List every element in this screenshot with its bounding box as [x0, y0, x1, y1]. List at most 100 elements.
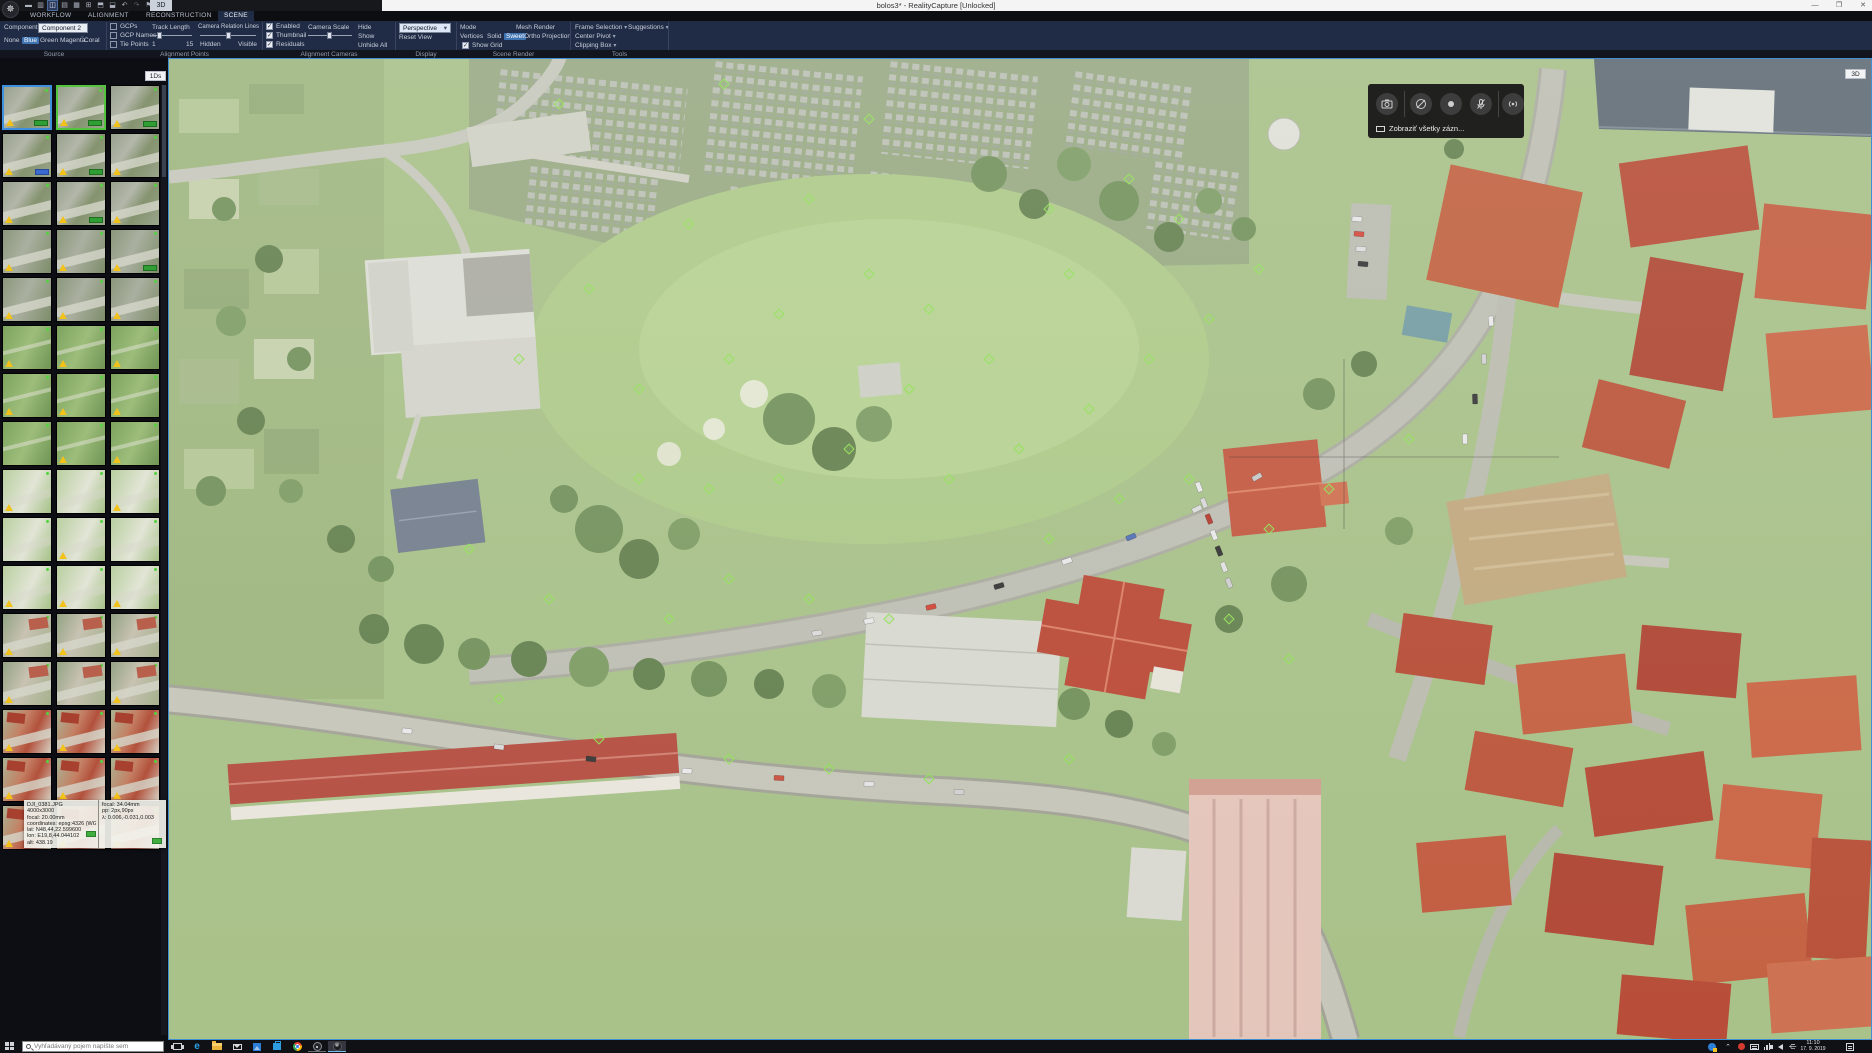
residuals-checkbox[interactable]: Residuals	[266, 41, 305, 48]
layout-quad-icon[interactable]: ⊞	[84, 1, 93, 10]
image-thumbnail[interactable]	[110, 757, 160, 802]
file-explorer-icon[interactable]	[208, 1041, 226, 1052]
color-magenta-button[interactable]: Magenta	[60, 37, 85, 44]
layout-rows-icon[interactable]: ▤	[60, 1, 69, 10]
image-thumbnail[interactable]	[2, 613, 52, 658]
image-thumbnail[interactable]	[110, 181, 160, 226]
image-thumbnail[interactable]	[2, 709, 52, 754]
image-thumbnail[interactable]	[110, 85, 160, 130]
scene-3d-viewport[interactable]: 3D	[168, 58, 1872, 1040]
app-logo-icon[interactable]: ✵	[2, 1, 19, 18]
tab-workflow[interactable]: WORKFLOW	[24, 11, 77, 21]
capture-tooltip[interactable]: Zobraziť všetky zázn...	[1376, 124, 1464, 133]
image-thumbnail[interactable]	[110, 277, 160, 322]
gcp-names-checkbox[interactable]: GCP Names	[110, 32, 156, 39]
mode-sweet-button[interactable]: Sweet	[504, 33, 526, 40]
image-thumbnail[interactable]	[110, 709, 160, 754]
image-thumbnail[interactable]	[2, 517, 52, 562]
tray-app-icon[interactable]	[1735, 1040, 1747, 1053]
image-thumbnail[interactable]	[110, 325, 160, 370]
image-thumbnail[interactable]	[56, 277, 106, 322]
color-blue-button[interactable]: Blue	[22, 37, 39, 44]
minimize-button[interactable]: —	[1810, 0, 1820, 11]
camera-relation-slider[interactable]	[200, 32, 256, 39]
image-thumbnail[interactable]	[56, 133, 106, 178]
image-thumbnail[interactable]	[2, 661, 52, 706]
component-dropdown[interactable]: Component 2▾	[38, 23, 88, 33]
image-thumbnail[interactable]	[2, 469, 52, 514]
photos-icon[interactable]	[248, 1041, 266, 1052]
tab-scene[interactable]: SCENE	[218, 11, 254, 21]
action-center-icon[interactable]	[1844, 1040, 1856, 1053]
image-thumbnail[interactable]	[2, 421, 52, 466]
image-thumbnail[interactable]	[2, 229, 52, 274]
sidebar-scrollbar[interactable]	[161, 85, 167, 1035]
hide-button[interactable]: Hide	[358, 24, 371, 31]
mode-vertices-button[interactable]: Vertices	[460, 33, 483, 40]
image-thumbnail[interactable]	[110, 421, 160, 466]
mode-solid-button[interactable]: Solid	[487, 33, 501, 40]
clipping-box-button[interactable]: Clipping Box ▾	[575, 42, 616, 49]
realitycapture-taskbar-icon[interactable]: ✵	[328, 1041, 346, 1052]
recorder-app-icon[interactable]	[308, 1041, 326, 1052]
center-pivot-button[interactable]: Center Pivot ▾	[575, 33, 616, 40]
tie-points-checkbox[interactable]: Tie Points	[110, 41, 149, 48]
chrome-icon[interactable]	[288, 1041, 306, 1052]
image-thumbnail[interactable]	[56, 757, 106, 802]
color-green-button[interactable]: Green	[40, 37, 58, 44]
image-thumbnail[interactable]	[56, 229, 106, 274]
layout-columns-icon[interactable]: ▥	[36, 1, 45, 10]
unhide-all-button[interactable]: Unhide All	[358, 42, 387, 49]
reset-view-button[interactable]: Reset View	[399, 34, 432, 41]
pane-tab-3d[interactable]: 3D	[1845, 69, 1866, 79]
store-icon[interactable]	[268, 1041, 286, 1052]
image-thumbnail[interactable]	[2, 181, 52, 226]
track-length-slider[interactable]	[152, 32, 192, 39]
mail-icon[interactable]	[228, 1041, 246, 1052]
image-thumbnail[interactable]	[56, 565, 106, 610]
image-thumbnail[interactable]	[110, 469, 160, 514]
tab-alignment[interactable]: ALIGNMENT	[82, 11, 135, 21]
image-thumbnail[interactable]	[2, 277, 52, 322]
image-thumbnail[interactable]	[2, 565, 52, 610]
image-thumbnail[interactable]	[56, 373, 106, 418]
layout-split-icon[interactable]: ◫	[48, 1, 57, 10]
suggestions-button[interactable]: Suggestions ▾	[628, 24, 669, 31]
color-coral-button[interactable]: Coral	[84, 37, 100, 44]
volume-tray-icon[interactable]	[1774, 1040, 1786, 1053]
broadcast-icon[interactable]	[1502, 93, 1524, 115]
image-thumbnail[interactable]	[56, 661, 106, 706]
redo-icon[interactable]: ↷	[132, 1, 141, 10]
image-thumbnail[interactable]	[56, 181, 106, 226]
enabled-checkbox[interactable]: Enabled	[266, 23, 300, 30]
image-thumbnail[interactable]	[2, 133, 52, 178]
edge-icon[interactable]: e	[188, 1041, 206, 1052]
image-thumbnail[interactable]	[110, 517, 160, 562]
image-thumbnail[interactable]	[110, 133, 160, 178]
record-icon[interactable]	[1440, 93, 1462, 115]
record-last-icon[interactable]	[1410, 93, 1432, 115]
camera-icon[interactable]	[1376, 93, 1398, 115]
microphone-off-icon[interactable]	[1470, 93, 1492, 115]
image-thumbnail[interactable]	[110, 373, 160, 418]
keyboard-tray-icon[interactable]	[1748, 1040, 1760, 1053]
layout-single-icon[interactable]: ▬	[24, 1, 33, 10]
image-thumbnail[interactable]	[56, 421, 106, 466]
image-thumbnail[interactable]	[2, 757, 52, 802]
image-thumbnail[interactable]	[110, 229, 160, 274]
layout-tall-icon[interactable]: ⬓	[108, 1, 117, 10]
taskbar-clock[interactable]: 11:10 17. 9. 2019	[1794, 1040, 1832, 1053]
image-thumbnail[interactable]	[56, 325, 106, 370]
image-thumbnail[interactable]	[56, 613, 106, 658]
security-tray-icon[interactable]	[1706, 1040, 1718, 1053]
image-thumbnail[interactable]	[110, 661, 160, 706]
start-button[interactable]	[5, 1042, 15, 1051]
image-thumbnail[interactable]	[56, 85, 106, 130]
camera-scale-slider[interactable]	[308, 32, 352, 39]
image-thumbnail[interactable]	[110, 613, 160, 658]
search-input[interactable]	[31, 1043, 163, 1050]
image-thumbnail[interactable]	[56, 517, 106, 562]
viewport-tab-3d[interactable]: 3D	[150, 0, 172, 11]
tab-reconstruction[interactable]: RECONSTRUCTION	[140, 11, 218, 21]
image-thumbnail[interactable]	[56, 709, 106, 754]
